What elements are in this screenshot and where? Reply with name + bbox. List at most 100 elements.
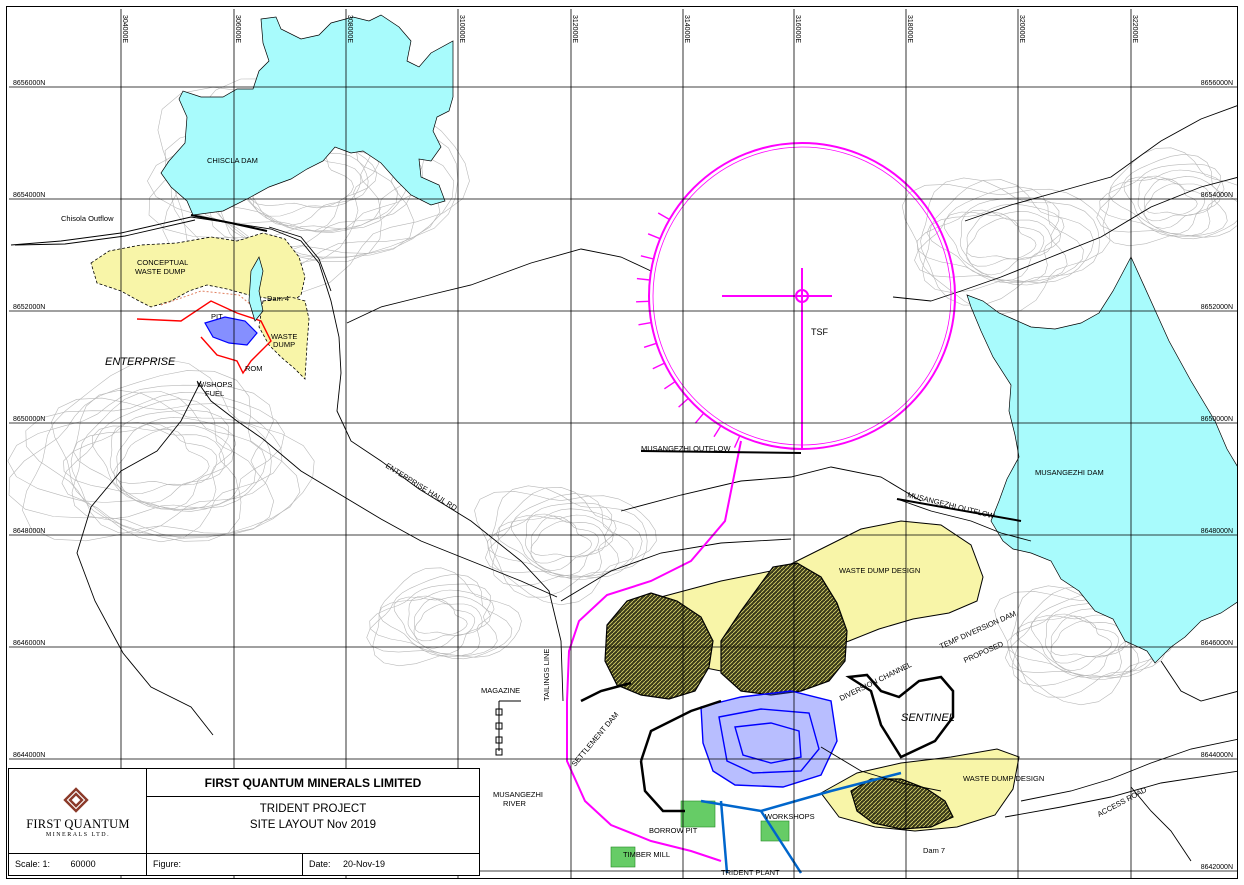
label-diversion-channel: DIVERSION CHANNEL <box>838 660 913 703</box>
label-fuel: FUEL <box>205 389 224 398</box>
grid-easting-label: 312000E <box>571 15 578 43</box>
grid-northing-label-right: 8650000N <box>1201 416 1233 423</box>
grid-northing-label-left: 8648000N <box>13 528 45 535</box>
musangezhi-dam-water <box>966 256 1237 664</box>
date-label: Date: <box>309 859 331 869</box>
site-layout-map[interactable]: 304000E 306000E 308000E 310000E 312000E 31400… <box>7 7 1238 879</box>
tsf-tick <box>664 381 676 390</box>
grid-northing-label-right: 8654000N <box>1201 192 1233 199</box>
tsf-tick <box>733 435 741 448</box>
grid-northing-label-right: 8648000N <box>1201 528 1233 535</box>
label-pit: PIT <box>211 312 223 321</box>
label-dam4: Dam 4 <box>267 294 289 303</box>
company-title: FIRST QUANTUM MINERALS LIMITED <box>147 769 479 797</box>
project-title-panel: TRIDENT PROJECT SITE LAYOUT Nov 2019 <box>147 797 479 853</box>
contour-line <box>61 398 256 512</box>
tsf-tick <box>713 425 722 438</box>
contour-line <box>109 422 225 504</box>
grid-easting-label: 310000E <box>458 15 465 43</box>
grid-northing-label-right: 8644000N <box>1201 752 1233 759</box>
tsf-tick <box>652 362 665 370</box>
label-temp-diversion-dam: TEMP DIVERSION DAM <box>938 609 1017 651</box>
tsf-tick <box>647 233 661 240</box>
label-magazine: MAGAZINE <box>481 686 520 695</box>
company-logo-panel: FIRST QUANTUM MINERALS LTD. <box>9 769 147 853</box>
grid-easting-label: 316000E <box>794 15 801 43</box>
label-sentinel: SENTINEL <box>901 712 955 724</box>
label-access-road: ACCESS ROAD <box>1096 785 1149 819</box>
grid-northing-label-left: 8646000N <box>13 640 45 647</box>
figure-cell: Figure: <box>147 854 303 875</box>
project-subtitle: SITE LAYOUT Nov 2019 <box>249 819 377 831</box>
contour-line <box>8 370 301 539</box>
contour-line <box>921 179 1095 294</box>
label-rom: ROM <box>245 364 263 373</box>
contour-line <box>491 486 643 587</box>
label-chiscla-dam: CHISCLA DAM <box>207 156 258 165</box>
label-musangezhi-river-1: MUSANGEZHI <box>493 790 543 799</box>
label-conceptual-waste-dump-1: CONCEPTUAL <box>137 258 188 267</box>
contour-line <box>25 392 285 542</box>
label-waste-dump-small-2: DUMP <box>273 340 295 349</box>
label-trident-plant: TRIDENT PLANT <box>721 868 780 877</box>
contour-line <box>966 217 1037 260</box>
contour-line <box>413 598 476 642</box>
label-enterprise-haul-rd: ENTERPRISE HAUL RD <box>384 461 459 513</box>
contour-line <box>959 209 1053 276</box>
date-value: 20-Nov-19 <box>343 859 386 869</box>
grid-northing-label-left: 8650000N <box>13 416 45 423</box>
grid-northing-label-left: 8654000N <box>13 192 45 199</box>
contour-line <box>920 177 1100 306</box>
first-quantum-logo-icon <box>63 787 89 813</box>
project-name: TRIDENT PROJECT <box>259 803 367 815</box>
contour-line <box>70 389 272 534</box>
contour-line <box>1050 620 1113 657</box>
tsf-tick <box>694 412 705 424</box>
tsf-tick <box>636 300 650 303</box>
grid-northing-label-right: 8656000N <box>1201 80 1233 87</box>
grid-northing-label-left: 8656000N <box>13 80 45 87</box>
tsf-tick <box>638 321 652 326</box>
contour-line <box>414 603 468 635</box>
figure-label: Figure: <box>153 859 182 869</box>
map-frame: 304000E 306000E 308000E 310000E 312000E 31400… <box>6 6 1238 879</box>
label-waste-dump-design-1: WASTE DUMP DESIGN <box>839 566 920 575</box>
label-conceptual-waste-dump-2: WASTE DUMP <box>135 267 186 276</box>
label-workshops: WORKSHOPS <box>765 812 815 821</box>
grid-easting-label: 320000E <box>1018 15 1025 43</box>
label-borrow-pit: BORROW PIT <box>649 826 698 835</box>
contour-line <box>63 409 239 510</box>
label-tsf: TSF <box>811 327 829 337</box>
scale-label: Scale: 1: <box>15 859 51 869</box>
grid-easting-label: 308000E <box>346 15 353 43</box>
grid-northing-label-right: 8646000N <box>1201 640 1233 647</box>
chisola-outflow-line <box>190 214 268 232</box>
contour-line <box>91 424 234 509</box>
grid-northing-label-left: 8644000N <box>13 752 45 759</box>
contour-line <box>530 520 593 557</box>
date-cell: Date: 20-Nov-19 <box>303 854 479 875</box>
grid-northing-label-right: 8652000N <box>1201 304 1233 311</box>
grid-easting-label: 304000E <box>121 15 128 43</box>
label-tailings-line: TAILINGS LINE <box>542 649 551 701</box>
contour-line <box>490 485 648 598</box>
tsf-tick <box>643 342 657 348</box>
grid-easting-label: 314000E <box>683 15 690 43</box>
grid-easting-label: 318000E <box>906 15 913 43</box>
tsf-tick <box>678 397 689 408</box>
label-waste-dump-design-2: WASTE DUMP DESIGN <box>963 774 1044 783</box>
trident-open-pit <box>700 690 838 788</box>
magazine-compound <box>495 700 521 756</box>
tsf-tick <box>640 255 654 260</box>
logo-company-subtitle: MINERALS LTD. <box>45 832 111 838</box>
tsf-tick <box>657 212 670 221</box>
grid-northing-label-left: 8652000N <box>13 304 45 311</box>
scale-cell: Scale: 1: 60000 <box>9 854 147 875</box>
scale-value: 60000 <box>70 859 96 869</box>
contour-line <box>372 567 522 667</box>
logo-company-name: FIRST QUANTUM <box>26 817 130 831</box>
label-dam7: Dam 7 <box>923 846 945 855</box>
grid-easting-label: 306000E <box>234 15 241 43</box>
label-settlement-dam: SETTLEMENT DAM <box>570 710 621 768</box>
grid-easting-label: 322000E <box>1131 15 1138 43</box>
